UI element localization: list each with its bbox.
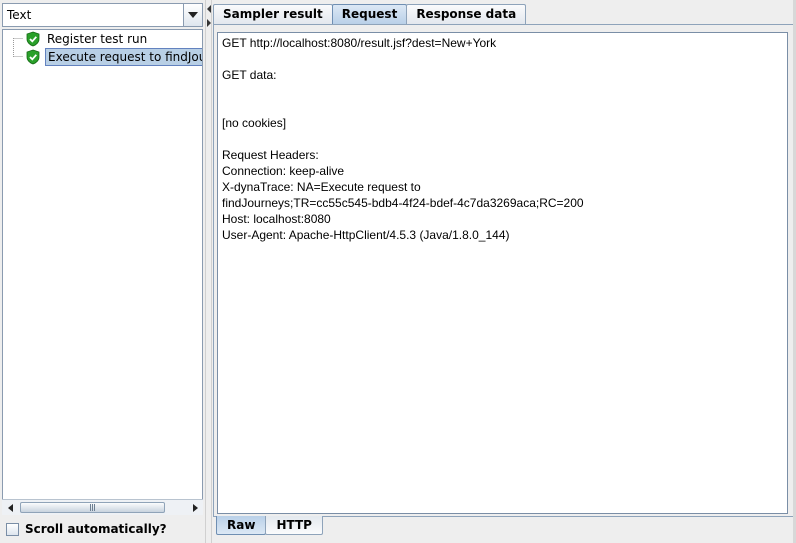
shield-check-icon bbox=[25, 49, 41, 65]
request-line: [no cookies] bbox=[222, 116, 287, 130]
scrollbar-thumb[interactable] bbox=[20, 502, 165, 513]
results-tree: Register test run Execute request to fin… bbox=[2, 29, 203, 515]
scroll-automatically-option[interactable]: Scroll automatically? bbox=[6, 521, 167, 537]
renderer-select-value: Text bbox=[7, 8, 32, 22]
results-tree-panel: Text Register test run Execute request t… bbox=[0, 0, 205, 543]
request-line bbox=[222, 51, 783, 67]
tree-item-label: Execute request to findJourneys bbox=[45, 48, 202, 66]
request-line: User-Agent: Apache-HttpClient/4.5.3 (Jav… bbox=[222, 228, 510, 242]
tab-raw[interactable]: Raw bbox=[216, 516, 267, 535]
shield-check-icon bbox=[25, 31, 41, 47]
scrollbar-track[interactable] bbox=[18, 501, 187, 514]
tree-item-execute-request[interactable]: Execute request to findJourneys bbox=[25, 48, 202, 66]
request-line: findJourneys;TR=cc55c545-bdb4-4f24-bdef-… bbox=[222, 196, 584, 210]
collapse-left-icon[interactable] bbox=[206, 4, 212, 14]
result-detail-panel: Sampler result Request Response data GET… bbox=[213, 0, 796, 543]
tab-content: GET http://localhost:8080/result.jsf?des… bbox=[213, 24, 794, 517]
tree-item-register-test-run[interactable]: Register test run bbox=[25, 30, 149, 48]
result-tabs: Sampler result Request Response data bbox=[213, 4, 527, 24]
scroll-automatically-checkbox[interactable] bbox=[6, 522, 19, 536]
request-line: GET data: bbox=[222, 68, 277, 82]
request-view-tabs: Raw HTTP bbox=[216, 516, 323, 536]
chevron-down-icon[interactable] bbox=[183, 4, 202, 26]
request-line: GET http://localhost:8080/result.jsf?des… bbox=[222, 36, 497, 50]
request-line bbox=[222, 99, 783, 115]
split-pane-divider[interactable] bbox=[205, 0, 212, 543]
tree-item-label: Register test run bbox=[47, 32, 148, 46]
request-text-area[interactable]: GET http://localhost:8080/result.jsf?des… bbox=[217, 32, 788, 514]
request-line: Host: localhost:8080 bbox=[222, 212, 331, 226]
request-line bbox=[222, 131, 783, 147]
horizontal-scrollbar[interactable] bbox=[2, 499, 203, 515]
expand-right-icon[interactable] bbox=[206, 18, 212, 28]
request-line: Request Headers: bbox=[222, 148, 319, 162]
tab-sampler-result[interactable]: Sampler result bbox=[213, 4, 333, 24]
request-line: Connection: keep-alive bbox=[222, 164, 345, 178]
tab-http[interactable]: HTTP bbox=[265, 516, 323, 535]
renderer-select[interactable]: Text bbox=[2, 3, 203, 27]
scroll-automatically-label: Scroll automatically? bbox=[25, 522, 167, 536]
tab-request[interactable]: Request bbox=[331, 4, 408, 24]
request-line: X-dynaTrace: NA=Execute request to bbox=[222, 180, 421, 194]
tab-response-data[interactable]: Response data bbox=[406, 4, 527, 24]
grip-icon bbox=[90, 504, 95, 511]
scroll-right-icon[interactable] bbox=[187, 500, 203, 515]
request-line bbox=[222, 83, 783, 99]
scroll-left-icon[interactable] bbox=[2, 500, 18, 515]
